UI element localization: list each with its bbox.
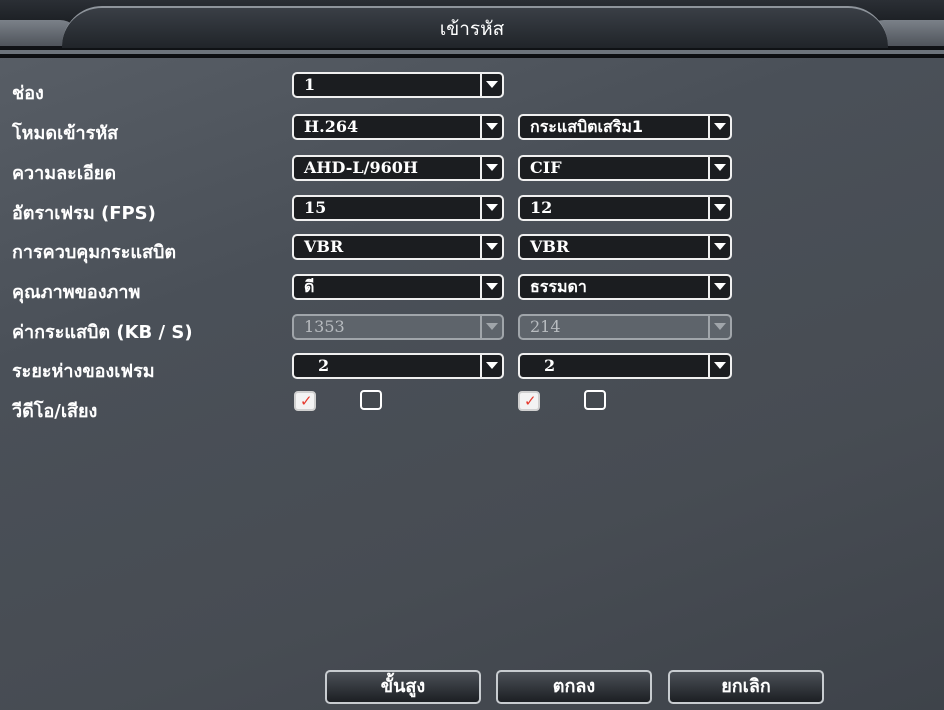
chevron-down-icon [708,197,730,219]
main-frame-interval-value: 2 [318,356,330,375]
main-bitrate-control-value: VBR [304,237,344,256]
extra-resolution-value: CIF [530,158,562,177]
frame-interval-label: ระยะห่างของเฟรม [12,361,155,382]
video-audio-label: วีดีโอ/เสียง [12,401,98,422]
title-bar: เข้ารหัส [0,0,944,58]
main-frame-rate-value: 15 [304,198,327,217]
chevron-down-icon [480,276,502,298]
chevron-down-icon [480,116,502,138]
chevron-down-icon [480,157,502,179]
channel-label: ช่อง [12,83,44,104]
main-resolution-select[interactable]: AHD-L/960H [292,155,504,181]
extra-bitrate-control-select[interactable]: VBR [518,234,732,260]
encode-mode-label: โหมดเข้ารหัส [12,123,119,144]
chevron-down-icon [708,276,730,298]
extra-frame-rate-select[interactable]: 12 [518,195,732,221]
main-bitrate-control-select[interactable]: VBR [292,234,504,260]
chevron-down-icon [480,236,502,258]
extra-quality-select[interactable]: ธรรมดา [518,274,732,300]
window-title: เข้ารหัส [439,18,505,40]
channel-value: 1 [304,75,316,94]
image-quality-label: คุณภาพของภาพ [12,282,141,303]
extra-bitrate-control-value: VBR [530,237,570,256]
chevron-down-icon [480,74,502,96]
chevron-down-icon [708,116,730,138]
main-quality-value: ดี [304,277,315,296]
main-video-checkbox[interactable]: ✓ [294,391,316,411]
extra-video-checkbox[interactable]: ✓ [518,391,540,411]
main-encode-mode-select[interactable]: H.264 [292,114,504,140]
main-bitrate-value: 1353 [304,317,345,336]
extra-stream-value: กระแสบิตเสริม1 [530,117,644,136]
extra-stream-select[interactable]: กระแสบิตเสริม1 [518,114,732,140]
extra-bitrate-value: 214 [530,317,561,336]
extra-frame-interval-value: 2 [544,356,556,375]
resolution-label: ความละเอียด [12,163,117,184]
cancel-button[interactable]: ยกเลิก [668,670,824,704]
checkmark-icon: ✓ [300,392,313,410]
checkmark-icon: ✓ [524,392,537,410]
channel-select[interactable]: 1 [292,72,504,98]
title-divider [0,50,944,54]
extra-quality-value: ธรรมดา [530,277,587,296]
extra-resolution-select[interactable]: CIF [518,155,732,181]
main-encode-mode-value: H.264 [304,117,359,136]
chevron-down-icon [708,316,730,338]
main-frame-interval-select[interactable]: 2 [292,353,504,379]
bitrate-value-label: ค่ากระแสบิต (KB / S) [12,322,193,343]
chevron-down-icon [708,355,730,377]
extra-frame-interval-select[interactable]: 2 [518,353,732,379]
chevron-down-icon [480,355,502,377]
ok-button[interactable]: ตกลง [496,670,652,704]
extra-audio-checkbox[interactable] [584,390,606,410]
chevron-down-icon [708,157,730,179]
bitrate-control-label: การควบคุมกระแสบิต [12,242,177,263]
extra-bitrate-select: 214 [518,314,732,340]
extra-frame-rate-value: 12 [530,198,553,217]
frame-rate-label: อัตราเฟรม (FPS) [12,203,156,224]
main-frame-rate-select[interactable]: 15 [292,195,504,221]
main-audio-checkbox[interactable] [360,390,382,410]
chevron-down-icon [480,197,502,219]
chevron-down-icon [480,316,502,338]
main-resolution-value: AHD-L/960H [304,158,418,177]
chevron-down-icon [708,236,730,258]
encode-settings-window: เข้ารหัส ช่อง โหมดเข้ารหัส ความละเอียด อ… [0,0,944,710]
main-quality-select[interactable]: ดี [292,274,504,300]
main-bitrate-select: 1353 [292,314,504,340]
advanced-button[interactable]: ขั้นสูง [325,670,481,704]
